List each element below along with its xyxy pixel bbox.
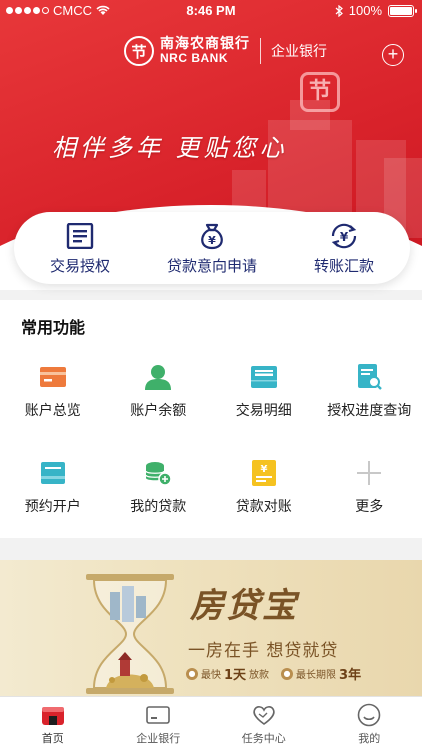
function-label: 预约开户	[24, 499, 81, 515]
ad-tag-longest: ● 最长期限 3年	[281, 664, 361, 683]
function-loan-reconcile[interactable]: ¥ 贷款对账	[211, 458, 317, 516]
svg-text:¥: ¥	[260, 464, 267, 475]
money-bag-icon: ¥	[197, 221, 227, 251]
clock-badge-icon: ●	[186, 667, 198, 680]
add-button[interactable]: +	[382, 44, 404, 66]
bluetooth-icon	[335, 4, 343, 17]
function-more[interactable]: 更多	[317, 458, 422, 516]
bank-brand: 节 南海农商银行 NRC BANK 企业银行	[124, 36, 327, 66]
quick-action-loan-intent[interactable]: ¥ 贷款意向申请	[146, 212, 278, 284]
quick-action-label: 转账汇款	[313, 256, 374, 275]
heart-icon	[252, 702, 276, 728]
section-divider	[0, 538, 422, 560]
transfer-cycle-icon: ¥	[329, 221, 359, 251]
function-label: 我的贷款	[130, 499, 187, 515]
status-right: 100%	[335, 3, 417, 18]
function-label: 账户余额	[130, 403, 187, 419]
receipt-icon	[249, 362, 279, 392]
quick-action-label: 贷款意向申请	[166, 256, 257, 275]
ad-tag-value: 1天	[224, 668, 247, 683]
card-icon	[38, 362, 68, 392]
function-label: 授权进度查询	[327, 403, 412, 419]
plus-icon	[354, 458, 384, 488]
bank-emblem-icon: 节	[300, 72, 340, 112]
mortgage-ad-banner[interactable]: 房贷宝 一房在手 想贷就贷 ● 最快 1天 放款 ● 最长期限 3年	[0, 560, 422, 696]
tab-label: 企业银行	[136, 731, 181, 745]
tab-corporate-bank[interactable]: 企业银行	[106, 697, 212, 750]
bottom-tab-bar: 首页 企业银行 任务中心 我的	[0, 696, 422, 750]
tab-label: 任务中心	[241, 731, 286, 745]
brand-divider	[260, 38, 261, 64]
open-account-icon	[38, 458, 68, 488]
function-label: 贷款对账	[235, 499, 292, 515]
tab-label: 我的	[358, 731, 381, 745]
quick-actions-card: 交易授权 ¥ 贷款意向申请 ¥ 转账汇款	[14, 212, 410, 284]
document-search-icon	[354, 362, 384, 392]
ad-tag-fastest: ● 最快 1天 放款	[186, 664, 269, 683]
quick-action-transaction-auth[interactable]: 交易授权	[14, 212, 146, 284]
home-icon	[41, 702, 65, 728]
function-book-account[interactable]: 预约开户	[0, 458, 106, 516]
tab-home[interactable]: 首页	[0, 697, 106, 750]
function-label: 账户总览	[24, 403, 81, 419]
quick-action-label: 交易授权	[49, 256, 110, 275]
battery-percent: 100%	[348, 3, 382, 18]
bill-icon: ¥	[249, 458, 279, 488]
ad-title: 房贷宝	[190, 586, 298, 626]
tab-label: 首页	[41, 731, 64, 745]
banner-slogan: 相伴多年 更贴您心	[52, 134, 288, 162]
section-divider	[0, 290, 422, 300]
ad-tags: ● 最快 1天 放款 ● 最长期限 3年	[186, 664, 361, 683]
function-auth-progress[interactable]: 授权进度查询	[317, 362, 422, 420]
svg-text:¥: ¥	[208, 234, 216, 247]
calendar-badge-icon: ●	[281, 667, 294, 680]
ad-tag-text: 最快	[201, 670, 221, 681]
profile-smile-icon	[357, 702, 381, 728]
hourglass-illustration	[86, 574, 174, 694]
function-label: 更多	[355, 499, 384, 515]
bank-name-en: NRC BANK	[160, 51, 228, 66]
function-transaction-detail[interactable]: 交易明细	[211, 362, 317, 420]
bank-logo-icon: 节	[124, 36, 154, 66]
ad-tag-value: 3年	[339, 668, 362, 683]
plus-circle-icon: +	[387, 44, 399, 64]
document-list-icon	[66, 221, 94, 251]
battery-icon	[388, 4, 417, 17]
ad-subtitle: 一房在手 想贷就贷	[188, 641, 339, 661]
function-my-loans[interactable]: 我的贷款	[106, 458, 212, 516]
status-bar: CMCC 8:46 PM 100%	[0, 0, 422, 22]
user-icon	[143, 362, 173, 392]
ad-tag-text: 放款	[249, 670, 270, 681]
coins-icon	[143, 458, 173, 488]
section-title: 常用功能	[21, 318, 86, 337]
wallet-card-icon	[146, 702, 171, 728]
function-label: 交易明细	[235, 403, 292, 419]
ad-tag-text: 最长期限	[296, 670, 337, 681]
function-grid: 账户总览 账户余额 交易明细 授权进度查询 预约开户 我的贷款 ¥ 贷款对账 更…	[0, 362, 422, 516]
quick-action-transfer[interactable]: ¥ 转账汇款	[278, 212, 410, 284]
function-account-overview[interactable]: 账户总览	[0, 362, 106, 420]
tab-mine[interactable]: 我的	[317, 697, 422, 750]
bank-name-cn: 南海农商银行	[160, 36, 250, 53]
tab-task-center[interactable]: 任务中心	[211, 697, 317, 750]
function-account-balance[interactable]: 账户余额	[106, 362, 212, 420]
svg-text:¥: ¥	[340, 230, 349, 244]
corporate-banking-label: 企业银行	[271, 44, 327, 60]
